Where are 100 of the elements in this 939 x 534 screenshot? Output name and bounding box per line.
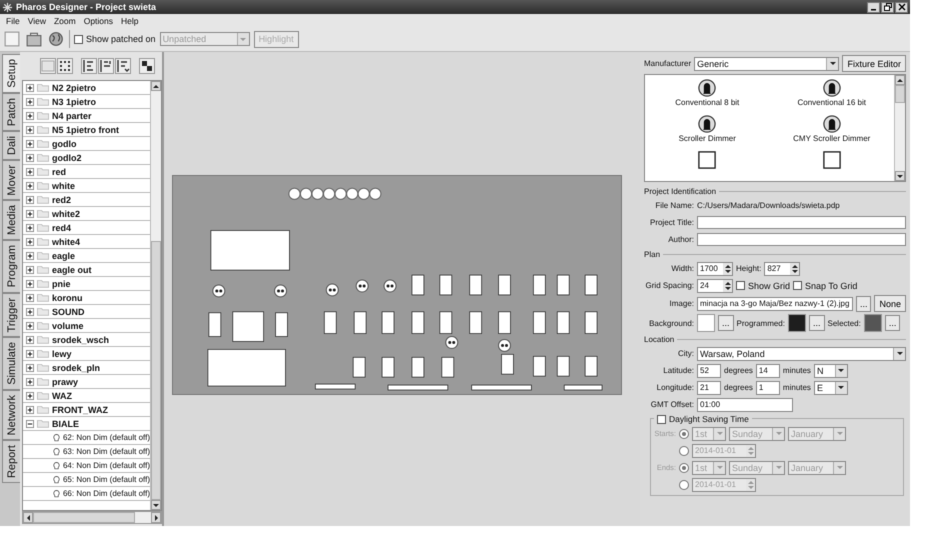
expand-icon[interactable] xyxy=(26,98,34,106)
side-tab[interactable]: Network xyxy=(2,390,20,440)
expand-icon[interactable] xyxy=(26,154,34,162)
expand-icon[interactable] xyxy=(26,350,34,358)
tree-item[interactable]: N4 parter xyxy=(23,109,150,123)
fixture-marker[interactable] xyxy=(324,311,337,334)
tree-item[interactable]: godlo2 xyxy=(23,151,150,165)
tree-item[interactable]: red4 xyxy=(23,221,150,235)
tool-button[interactable] xyxy=(115,58,131,74)
city-dropdown[interactable]: Warsaw, Poland xyxy=(697,346,906,360)
fixture-marker[interactable] xyxy=(584,311,598,334)
show-patched-checkbox[interactable]: Show patched on xyxy=(74,34,156,44)
close-button[interactable] xyxy=(895,2,908,12)
grid-spacing-spinner[interactable]: 24 xyxy=(697,278,733,292)
fixture-icon[interactable] xyxy=(356,280,369,292)
scroll-bar[interactable] xyxy=(150,81,161,510)
fixture-marker[interactable] xyxy=(388,384,448,390)
tool-button[interactable] xyxy=(81,58,97,74)
tree-item[interactable]: 63: Non Dim (default off) xyxy=(23,445,150,459)
author-field[interactable] xyxy=(697,233,906,246)
fixture-editor-button[interactable]: Fixture Editor xyxy=(842,55,906,72)
degrees-field[interactable]: 52 xyxy=(697,364,721,378)
fixture-type-item[interactable]: Scroller Dimmer xyxy=(645,115,770,151)
expand-icon[interactable] xyxy=(26,224,34,232)
tree-item[interactable]: godlo xyxy=(23,137,150,151)
horizontal-scroll-bar[interactable] xyxy=(22,511,162,524)
fixture-marker[interactable] xyxy=(498,311,511,334)
fixture-marker[interactable] xyxy=(275,312,288,337)
tree-item[interactable]: volume xyxy=(23,319,150,333)
image-path-field[interactable]: minacja na 3-go Maja/Bez nazwy-1 (2).jpg xyxy=(697,296,853,310)
radio-button[interactable] xyxy=(679,446,689,456)
tree-item[interactable]: eagle out xyxy=(23,263,150,277)
expand-icon[interactable] xyxy=(26,168,34,176)
fixture-marker[interactable] xyxy=(210,230,290,271)
expand-icon[interactable] xyxy=(26,308,34,316)
expand-icon[interactable] xyxy=(26,140,34,148)
fixture-marker[interactable] xyxy=(412,274,424,296)
expand-icon[interactable] xyxy=(26,378,34,386)
tree-item[interactable]: FRONT_WAZ xyxy=(23,403,150,417)
tree-item[interactable]: red xyxy=(23,165,150,179)
expand-icon[interactable] xyxy=(26,266,34,274)
tree-item[interactable]: srodek_pln xyxy=(23,361,150,375)
expand-icon[interactable] xyxy=(26,182,34,190)
fixture-marker[interactable] xyxy=(288,188,301,200)
tree-item[interactable]: white4 xyxy=(23,235,150,249)
fixture-marker[interactable] xyxy=(501,354,514,375)
fixture-marker[interactable] xyxy=(584,356,598,377)
side-tab[interactable]: Dali xyxy=(2,130,20,160)
tree-item[interactable]: BIALE xyxy=(23,417,150,431)
tool-button[interactable] xyxy=(57,58,73,74)
tree-item[interactable]: lewy xyxy=(23,347,150,361)
direction-dropdown[interactable]: N xyxy=(814,364,848,378)
fixture-marker[interactable] xyxy=(556,274,570,296)
fixture-marker[interactable] xyxy=(232,311,264,342)
expand-icon[interactable] xyxy=(26,238,34,246)
fixture-marker[interactable] xyxy=(207,349,286,386)
degrees-field[interactable]: 21 xyxy=(697,380,721,394)
expand-icon[interactable] xyxy=(26,336,34,344)
tree-item[interactable]: pnie xyxy=(23,277,150,291)
fixture-marker[interactable] xyxy=(441,356,454,378)
menu-item[interactable]: Help xyxy=(117,16,142,26)
expand-icon[interactable] xyxy=(26,280,34,288)
browse-button[interactable]: ... xyxy=(884,315,900,331)
fixture-marker[interactable] xyxy=(314,384,356,390)
color-swatch[interactable] xyxy=(788,314,806,332)
snap-to-grid-checkbox[interactable]: Snap To Grid xyxy=(793,280,858,290)
side-tab[interactable]: Patch xyxy=(2,92,20,131)
tree-item[interactable]: srodek_wsch xyxy=(23,333,150,347)
show-grid-checkbox[interactable]: Show Grid xyxy=(736,280,790,290)
fixture-marker[interactable] xyxy=(533,311,546,334)
side-tab[interactable]: Simulate xyxy=(2,337,20,390)
fixture-marker[interactable] xyxy=(533,356,546,377)
scroll-bar[interactable] xyxy=(894,75,905,181)
expand-icon[interactable] xyxy=(26,406,34,414)
side-tab[interactable]: Trigger xyxy=(2,292,20,337)
tree-item[interactable]: WAZ xyxy=(23,389,150,403)
side-tab[interactable]: Report xyxy=(2,440,20,484)
minimize-button[interactable] xyxy=(867,2,880,12)
fixture-marker[interactable] xyxy=(439,274,452,296)
color-swatch[interactable] xyxy=(697,314,715,332)
new-button[interactable] xyxy=(3,30,21,48)
manufacturer-dropdown[interactable]: Generic xyxy=(694,56,840,70)
daylight-saving-checkbox[interactable]: Daylight Saving Time xyxy=(654,414,752,424)
tree-item[interactable]: 66: Non Dim (default off) xyxy=(23,487,150,501)
tree-item[interactable]: N5 1pietro front xyxy=(23,123,150,137)
menu-item[interactable]: Zoom xyxy=(50,16,80,26)
fixture-type-item[interactable]: Conventional 8 bit xyxy=(645,79,770,115)
browse-button[interactable]: ... xyxy=(718,315,734,331)
side-tab[interactable]: Mover xyxy=(2,160,20,200)
fixture-marker[interactable] xyxy=(533,274,546,296)
tree-item[interactable]: 62: Non Dim (default off) xyxy=(23,431,150,445)
fixture-marker[interactable] xyxy=(382,356,394,378)
maximize-button[interactable] xyxy=(881,2,894,12)
expand-icon[interactable] xyxy=(26,322,34,330)
fixture-marker[interactable] xyxy=(498,274,511,296)
expand-icon[interactable] xyxy=(26,112,34,120)
height-spinner[interactable]: 827 xyxy=(764,262,800,276)
tree-item[interactable]: koronu xyxy=(23,291,150,305)
tree-item[interactable]: 64: Non Dim (default off) xyxy=(23,459,150,473)
fixture-marker[interactable] xyxy=(471,384,532,390)
